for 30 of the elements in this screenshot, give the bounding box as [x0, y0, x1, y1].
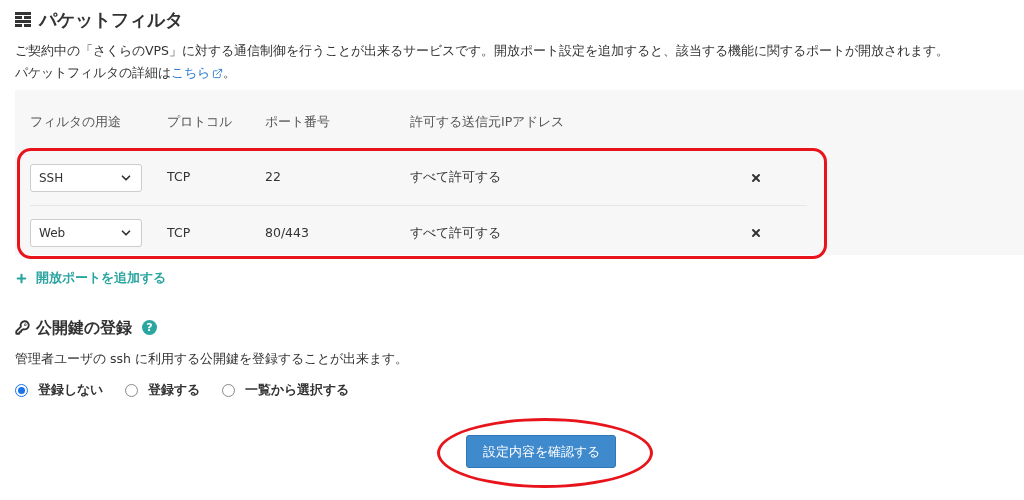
- table-cell-text: 80/443: [265, 223, 310, 242]
- description-text: 管理者ユーザの ssh に利用する公開鍵を登録することが出来ます。: [15, 349, 409, 368]
- column-header: 許可する送信元IPアドレス: [410, 112, 566, 131]
- usage-select[interactable]: SSH: [30, 163, 142, 192]
- confirm-button[interactable]: 設定内容を確認する: [466, 435, 616, 469]
- detail-text: パケットフィルタの詳細は: [15, 64, 171, 82]
- detail-link[interactable]: こちら: [171, 62, 223, 84]
- table-cell-text: TCP: [167, 223, 192, 242]
- delete-button[interactable]: [750, 227, 762, 239]
- key-icon: [15, 320, 30, 336]
- radio-option[interactable]: 登録する: [125, 380, 200, 400]
- detail-suffix: 。: [223, 64, 236, 82]
- radio-option[interactable]: 登録しない: [15, 380, 103, 400]
- table-cell-text: TCP: [167, 168, 192, 187]
- delete-button[interactable]: [750, 171, 762, 184]
- plus-icon: [15, 271, 28, 285]
- table-cell-text: 22: [265, 168, 282, 187]
- section-title: 公開鍵の登録: [36, 316, 132, 339]
- section-title: パケットフィルタ: [39, 7, 183, 32]
- help-icon: ?: [142, 320, 157, 336]
- usage-select[interactable]: Web: [30, 219, 142, 247]
- external-link-icon: [212, 67, 223, 79]
- table-cell-text: すべて許可する: [410, 223, 502, 242]
- brick-wall-icon: [15, 11, 31, 27]
- column-header: ポート番号: [265, 112, 331, 131]
- description-text: ご契約中の「さくらのVPS」に対する通信制御を行うことが出来るサービスです。開放ポート設定を追加すると、該当する機能に関するポートが開放されます。: [15, 42, 951, 60]
- column-header: フィルタの用途: [30, 112, 122, 131]
- table-cell-text: すべて許可する: [410, 168, 502, 187]
- radio-option[interactable]: 一覧から選択する: [222, 380, 349, 400]
- column-header: プロトコル: [167, 112, 233, 131]
